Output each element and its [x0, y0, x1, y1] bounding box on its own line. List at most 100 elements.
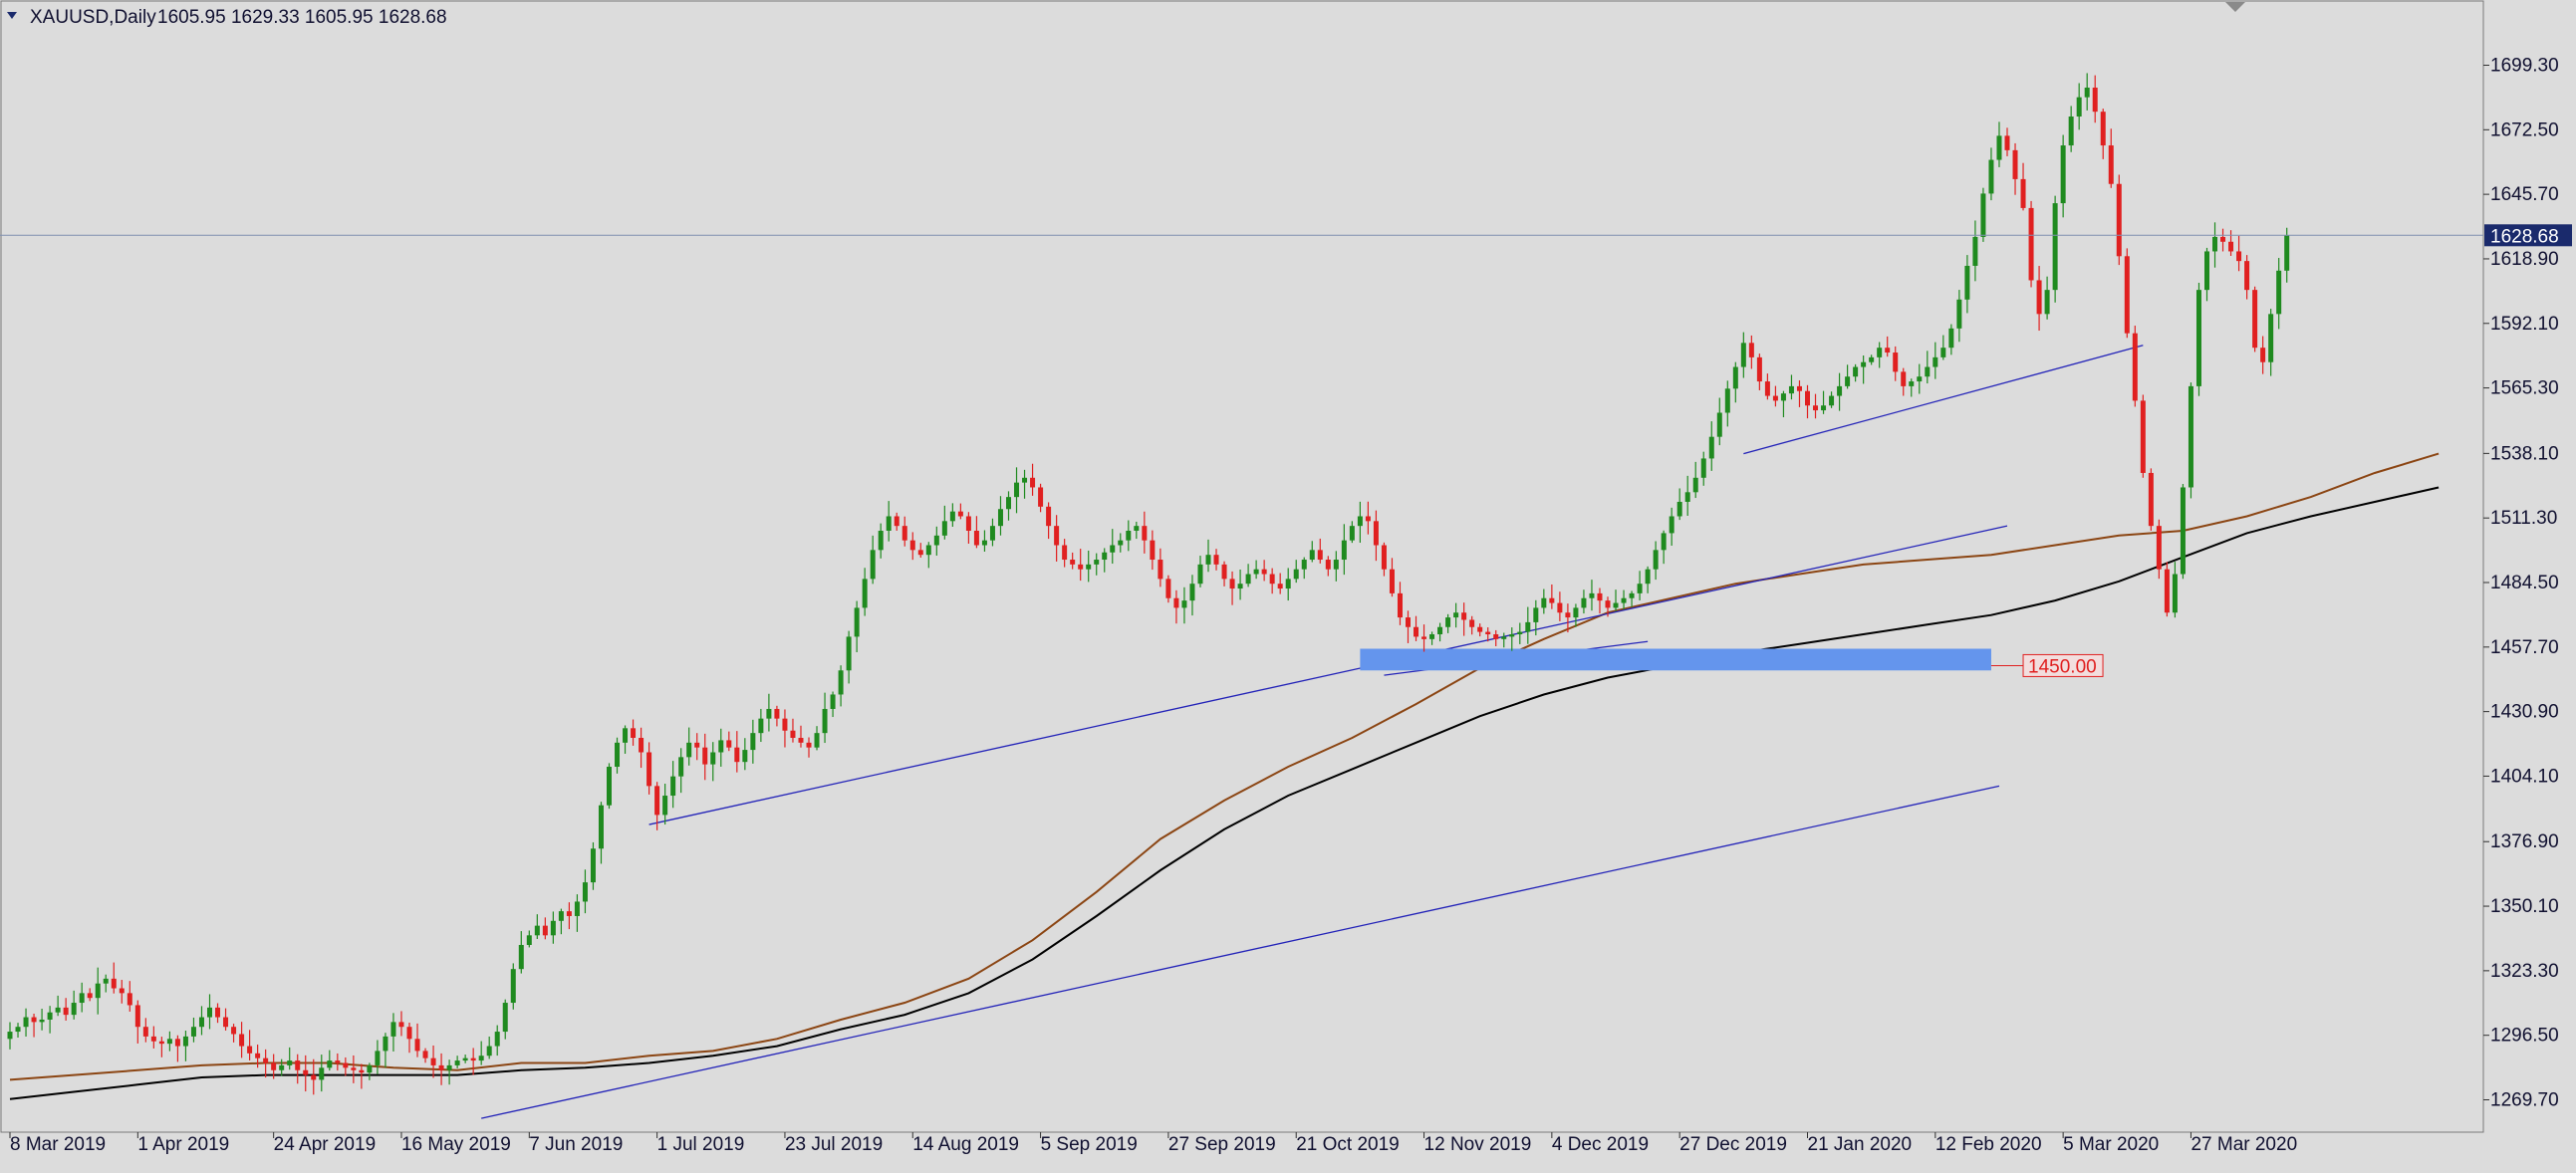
candle-body	[174, 1039, 180, 1047]
time-tick-label: 1 Apr 2019	[137, 1134, 229, 1155]
candle-body	[1684, 492, 1690, 502]
candle-body	[806, 742, 812, 748]
candle-body	[902, 526, 907, 541]
candle-body	[2268, 314, 2274, 362]
candle-body	[654, 786, 660, 816]
candle-body	[631, 728, 637, 738]
candle-body	[142, 1027, 148, 1037]
candle-body	[271, 1062, 277, 1070]
price-tick-label: 1699.30	[2490, 56, 2559, 77]
candle-body	[2188, 385, 2193, 488]
candle-body	[1613, 602, 1619, 608]
candle-body	[790, 730, 796, 738]
candle-body	[383, 1036, 388, 1052]
candle	[607, 763, 612, 810]
price-tick-label: 1296.50	[2490, 1026, 2559, 1047]
candle-body	[607, 767, 612, 806]
candle-body	[582, 882, 588, 902]
candle-body	[933, 535, 939, 546]
symbol-label: XAUUSD,Daily	[30, 7, 156, 28]
candle-body	[1517, 631, 1523, 634]
candle	[2116, 174, 2122, 266]
candle-body	[639, 737, 644, 753]
candle-body	[1301, 560, 1307, 570]
candle-body	[71, 1003, 77, 1016]
candle-body	[1589, 592, 1595, 598]
candle-body	[534, 925, 540, 936]
candle-body	[367, 1064, 373, 1073]
candle-body	[295, 1060, 301, 1070]
price-marker-label: 1628.68	[2490, 226, 2559, 247]
candle-body	[438, 1064, 444, 1070]
candle-body	[2060, 145, 2066, 204]
candle-body	[1389, 569, 1395, 593]
candle-body	[287, 1060, 293, 1065]
candle-body	[1046, 506, 1052, 527]
time-tick-label: 21 Jan 2020	[1808, 1134, 1913, 1155]
price-tick-label: 1618.90	[2490, 249, 2559, 270]
candle-body	[375, 1051, 381, 1065]
time-tick-label: 4 Dec 2019	[1552, 1134, 1649, 1155]
candle-body	[1964, 265, 1970, 300]
candle-body	[1972, 236, 1978, 266]
chart-window[interactable]: 1699.30 1672.50 1645.70 1618.90 1592.10 1565.…	[0, 0, 2576, 1168]
candle-body	[7, 1032, 13, 1040]
candle-body	[1477, 626, 1483, 632]
candle-body	[1740, 343, 1746, 367]
candle-body	[430, 1057, 436, 1065]
candle-body	[182, 1036, 188, 1047]
candle-body	[2195, 290, 2201, 386]
time-tick-label: 8 Mar 2019	[10, 1134, 106, 1155]
candle-body	[2092, 87, 2098, 113]
support-zone[interactable]	[1360, 648, 1991, 671]
support-zone-layer[interactable]	[1360, 648, 1991, 671]
candle-body	[1853, 366, 1859, 377]
candle-body	[2036, 280, 2042, 315]
candle-body	[694, 742, 700, 748]
candle-body	[774, 708, 780, 719]
candle-body	[1893, 352, 1899, 372]
candle-body	[574, 901, 580, 916]
candle-body	[79, 993, 85, 1004]
candle-body	[846, 636, 852, 671]
candle-body	[1557, 602, 1563, 613]
candle-body	[2108, 145, 2114, 184]
candle-body	[1414, 626, 1419, 637]
current-price-marker: 1628.68	[2484, 224, 2572, 247]
candle-body	[1245, 574, 1251, 585]
candle-body	[686, 742, 692, 758]
candle-body	[1070, 560, 1076, 565]
candle-body	[2236, 251, 2242, 262]
candle-body	[702, 747, 708, 765]
candle-body	[2012, 149, 2018, 179]
candle-body	[343, 1062, 349, 1068]
candle-body	[1014, 482, 1020, 498]
candle-body	[1094, 560, 1100, 565]
candle-body	[1062, 545, 1068, 561]
candle-body	[1173, 597, 1179, 608]
candle-body	[1501, 636, 1507, 639]
candle-body	[2172, 574, 2178, 613]
candle-body	[1078, 564, 1084, 570]
candle-body	[31, 1017, 37, 1023]
level-tag-label: 1450.00	[2028, 656, 2097, 677]
candle-body	[1549, 597, 1555, 603]
candle-body	[231, 1027, 237, 1035]
candle-body	[670, 776, 676, 797]
candle-body	[1158, 560, 1163, 580]
candle-body	[63, 1007, 69, 1016]
candle-body	[1748, 343, 1754, 357]
candle-body	[526, 935, 532, 945]
candle-body	[878, 531, 884, 551]
price-tick-label: 1350.10	[2490, 896, 2559, 917]
candle-body	[1716, 412, 1722, 437]
candle-body	[1645, 569, 1651, 585]
candle-body	[2004, 135, 2010, 150]
price-tick-label: 1323.30	[2490, 961, 2559, 982]
candle-body	[1357, 516, 1363, 527]
candle-body	[1909, 381, 1915, 386]
candle-body	[2028, 207, 2034, 281]
candle-body	[1309, 550, 1315, 561]
candlestick-chart[interactable]: 1699.30 1672.50 1645.70 1618.90 1592.10 1565.…	[0, 0, 2576, 1168]
candle-body	[2180, 487, 2186, 575]
